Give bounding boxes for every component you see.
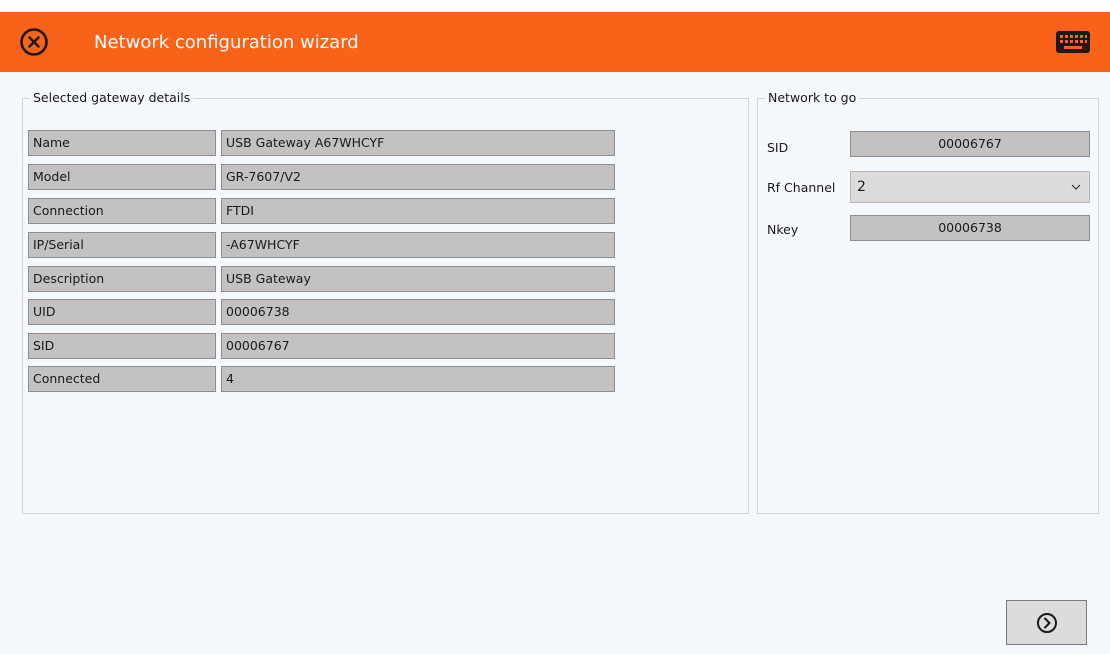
row-value-uid: 00006738 [221, 299, 615, 325]
row-value-connection: FTDI [221, 198, 615, 224]
next-button[interactable] [1006, 600, 1087, 645]
row-label-name: Name [28, 130, 216, 156]
row-label-model: Model [28, 164, 216, 190]
keyboard-icon [1056, 31, 1090, 53]
sid-value: 00006767 [850, 131, 1090, 157]
row-label-ip-serial: IP/Serial [28, 232, 216, 258]
row-label-connection: Connection [28, 198, 216, 224]
row-label-connected: Connected [28, 366, 216, 392]
row-label-sid: SID [28, 333, 216, 359]
row-value-name: USB Gateway A67WHCYF [221, 130, 615, 156]
chevron-down-icon [1071, 184, 1081, 190]
close-circle-icon [20, 28, 48, 56]
sid-label: SID [767, 140, 789, 155]
gateway-details-title: Selected gateway details [30, 89, 194, 107]
network-to-go-title: Network to go [765, 89, 860, 107]
page-title: Network configuration wizard [94, 32, 359, 53]
wizard-header: Network configuration wizard [0, 12, 1110, 72]
nkey-label: Nkey [767, 222, 799, 237]
row-value-model: GR-7607/V2 [221, 164, 615, 190]
top-strip [0, 0, 1110, 12]
rf-channel-selected-value: 2 [857, 179, 866, 195]
next-arrow-circle-icon [1037, 613, 1057, 633]
network-to-go-group: Network to go [757, 89, 1099, 514]
close-button[interactable] [18, 26, 50, 58]
row-value-ip-serial: -A67WHCYF [221, 232, 615, 258]
nkey-value: 00006738 [850, 215, 1090, 241]
row-label-uid: UID [28, 299, 216, 325]
row-value-connected: 4 [221, 366, 615, 392]
row-label-description: Description [28, 266, 216, 292]
row-value-sid: 00006767 [221, 333, 615, 359]
keyboard-button[interactable] [1055, 30, 1091, 54]
row-value-description: USB Gateway [221, 266, 615, 292]
rf-channel-dropdown[interactable]: 2 [850, 171, 1090, 203]
rf-channel-label: Rf Channel [767, 180, 836, 195]
